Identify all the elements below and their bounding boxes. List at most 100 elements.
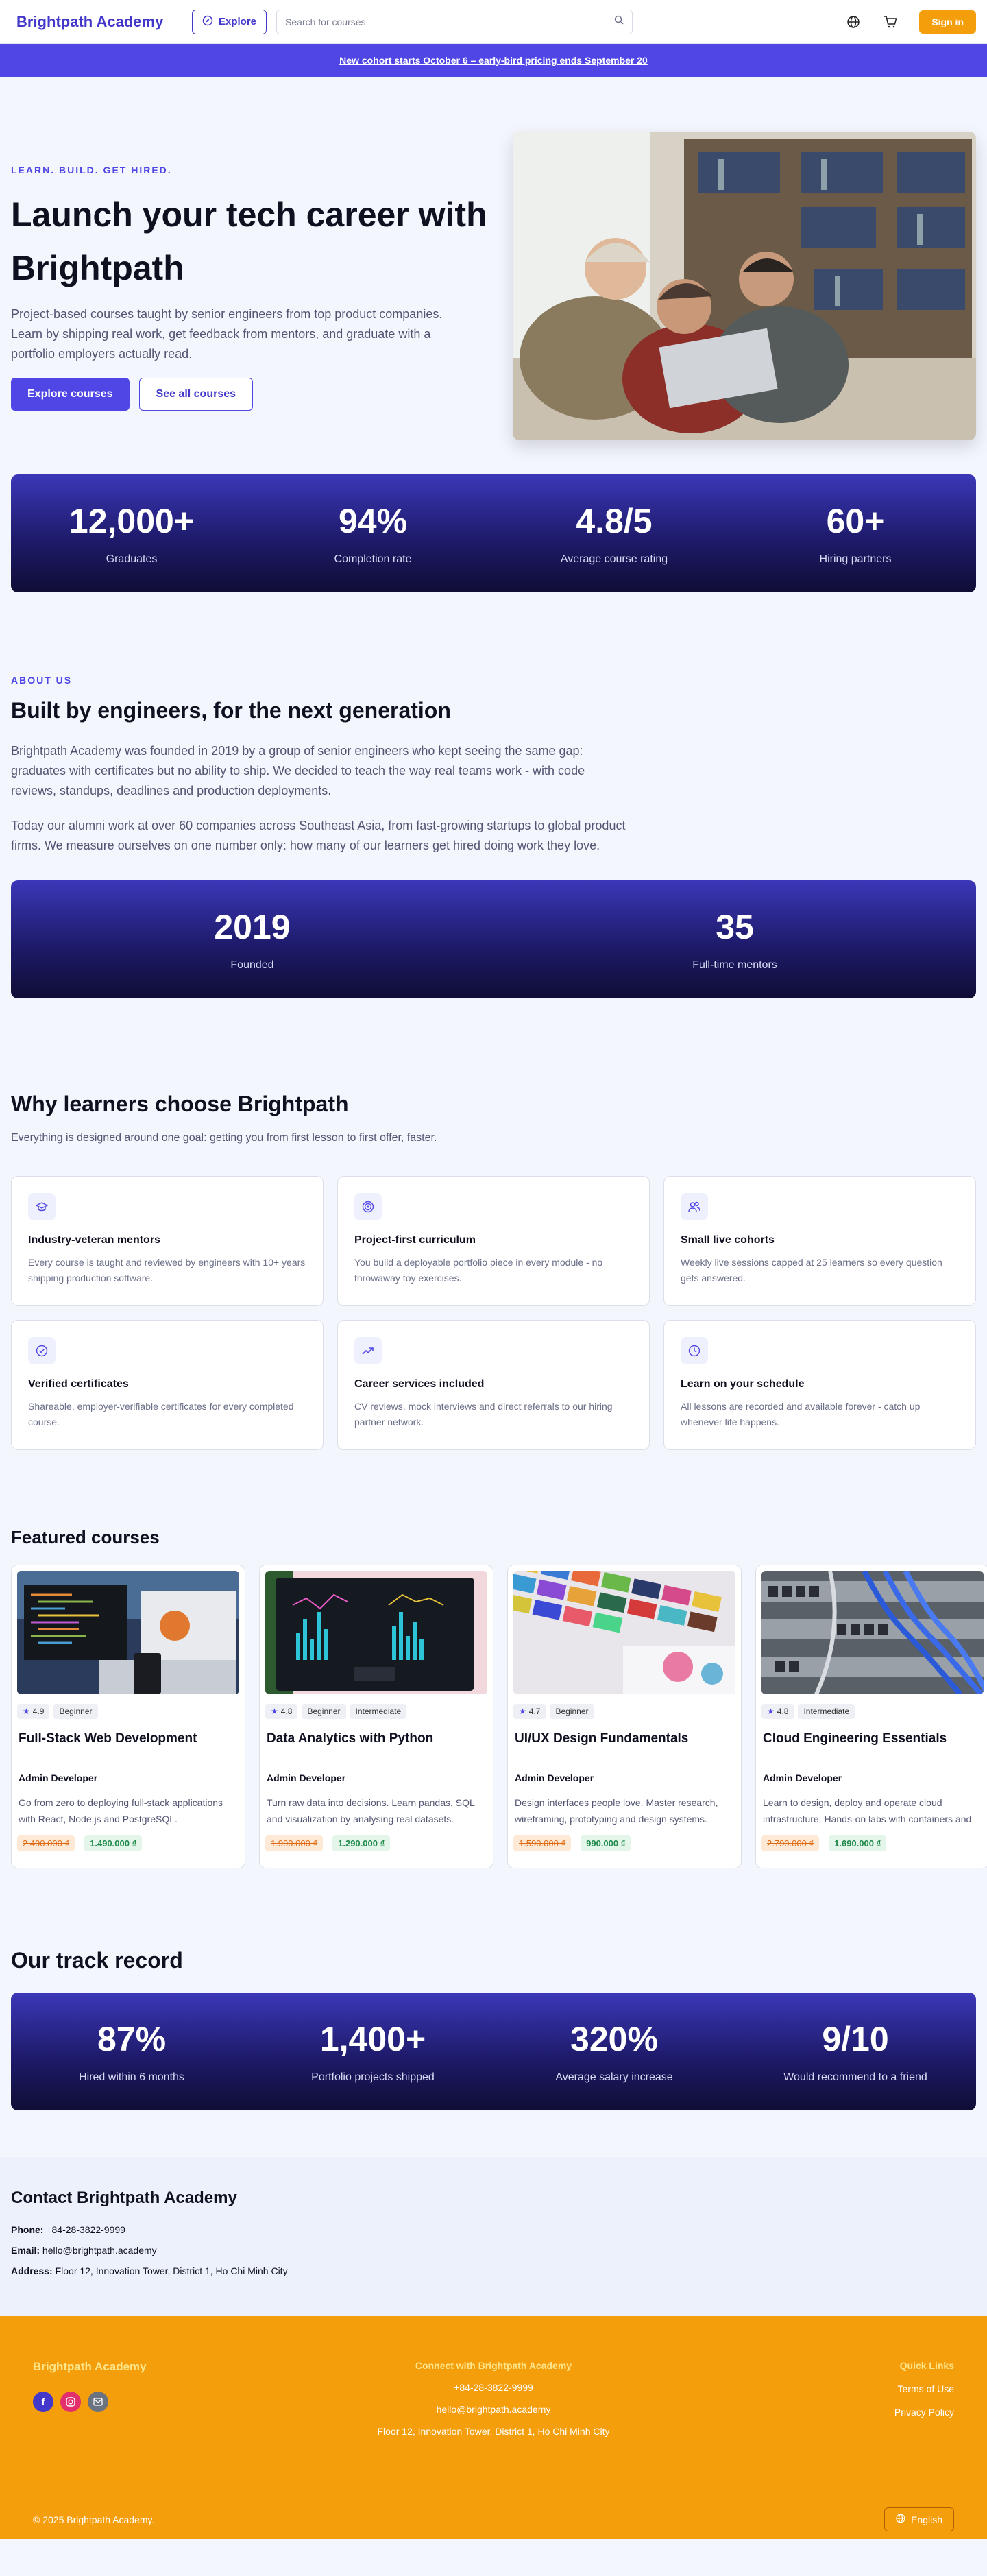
hero-description: Project-based courses taught by senior e…	[11, 307, 443, 361]
privacy-link[interactable]: Privacy Policy	[748, 2407, 954, 2418]
feature-title: Verified certificates	[28, 1378, 129, 1390]
about-paragraph: Today our alumni work at over 60 compani…	[11, 819, 626, 852]
feature-title: Small live cohorts	[681, 1234, 775, 1246]
contact-email[interactable]: hello@brightpath.academy	[42, 2245, 157, 2256]
contact-section: Contact Brightpath Academy Phone: +84-28…	[0, 2157, 987, 2316]
stat-value: 1,400+	[319, 2020, 426, 2058]
stat-label: Graduates	[106, 553, 158, 565]
globe-icon[interactable]	[845, 14, 862, 30]
old-price: 1.590.000 ₫	[513, 1835, 572, 1851]
course-title[interactable]: Cloud Engineering Essentials	[761, 1731, 984, 1746]
course-description: Learn to design, deploy and operate clou…	[763, 1797, 972, 1825]
about-stats: 2019 Founded 35 Full-time mentors	[11, 880, 976, 998]
promo-banner-link[interactable]: New cohort starts October 6 – early-bird…	[339, 55, 648, 66]
brand-logo[interactable]: Brightpath Academy	[16, 13, 192, 31]
feature-title: Industry-veteran mentors	[28, 1234, 160, 1246]
course-title[interactable]: UI/UX Design Fundamentals	[513, 1731, 735, 1746]
stat-item: 35 Full-time mentors	[494, 907, 976, 972]
language-selector[interactable]: English	[884, 2507, 954, 2531]
course-card[interactable]: ★ 4.8 Beginner Intermediate Data Analytic…	[259, 1565, 494, 1868]
featured-courses-section: Featured courses ★ 4.9 Beginner Full-Stac…	[11, 1527, 987, 1868]
course-card[interactable]: ★ 4.7 Beginner UI/UX Design Fundamentals …	[507, 1565, 742, 1868]
star-icon: ★	[767, 1707, 775, 1716]
feature-title: Career services included	[354, 1378, 485, 1390]
stat-value: 4.8/5	[576, 502, 653, 540]
feature-card: Career services included CV reviews, moc…	[337, 1320, 650, 1450]
course-instructor: Admin Developer	[19, 1772, 98, 1783]
stat-label: Founded	[230, 959, 274, 971]
sign-in-button[interactable]: Sign in	[919, 10, 976, 34]
old-price: 2.490.000 ₫	[17, 1835, 75, 1851]
top-nav: Brightpath Academy Explore Sign in	[0, 0, 987, 44]
promo-banner: New cohort starts October 6 – early-bird…	[0, 44, 987, 77]
about-section: ABOUT US Built by engineers, for the nex…	[11, 592, 976, 856]
course-title[interactable]: Data Analytics with Python	[265, 1731, 487, 1746]
explore-button[interactable]: Explore	[192, 9, 267, 34]
course-thumbnail	[513, 1571, 735, 1694]
feature-card: Project-first curriculum You build a dep…	[337, 1176, 650, 1306]
graduation-cap-icon	[28, 1193, 56, 1220]
course-card[interactable]: ★ 4.9 Beginner Full-Stack Web Development…	[11, 1565, 245, 1868]
course-card[interactable]: ★ 4.8 Intermediate Cloud Engineering Esse…	[755, 1565, 987, 1868]
about-title: Built by engineers, for the next generat…	[11, 698, 451, 723]
stat-value: 320%	[570, 2020, 658, 2058]
about-paragraph: Brightpath Academy was founded in 2019 b…	[11, 744, 585, 797]
stat-value: 87%	[97, 2020, 167, 2058]
track-record-section: Our track record 87% Hired within 6 month…	[11, 1948, 976, 2110]
footer-phone[interactable]: +84-28-3822-9999	[322, 2382, 665, 2393]
contact-address: Floor 12, Innovation Tower, District 1, …	[55, 2265, 288, 2276]
facebook-icon[interactable]: f	[33, 2392, 53, 2412]
stat-label: Hiring partners	[819, 553, 892, 565]
level-tag: Intermediate	[350, 1704, 407, 1719]
star-icon: ★	[23, 1707, 30, 1716]
email-label: Email:	[11, 2245, 40, 2256]
new-price: 1.690.000 ₫	[829, 1835, 887, 1851]
instagram-icon[interactable]	[60, 2392, 81, 2412]
stats-banner: 12,000+ Graduates 94% Completion rate 4.8/…	[11, 474, 976, 592]
cart-icon[interactable]	[882, 14, 899, 30]
course-instructor: Admin Developer	[267, 1772, 346, 1783]
course-title[interactable]: Full-Stack Web Development	[17, 1731, 239, 1746]
feature-description: CV reviews, mock interviews and direct r…	[354, 1401, 613, 1428]
stat-item: 2019 Founded	[11, 907, 494, 972]
search-input[interactable]	[285, 16, 615, 27]
footer-email[interactable]: hello@brightpath.academy	[322, 2404, 665, 2415]
track-title: Our track record	[11, 1948, 183, 1973]
feature-description: Weekly live sessions capped at 25 learne…	[681, 1257, 942, 1284]
hero-eyebrow: LEARN. BUILD. GET HIRED.	[11, 165, 172, 176]
stat-label: Portfolio projects shipped	[311, 2071, 435, 2083]
feature-title: Learn on your schedule	[681, 1378, 805, 1390]
footer-connect-title: Connect with Brightpath Academy	[415, 2360, 572, 2371]
level-tag: Beginner	[53, 1704, 98, 1719]
rating-value: 4.7	[528, 1707, 541, 1716]
search-icon[interactable]	[614, 15, 624, 28]
about-eyebrow: ABOUT US	[11, 675, 73, 686]
footer-links-title: Quick Links	[899, 2360, 954, 2371]
check-circle-icon	[28, 1337, 56, 1364]
stat-item: 12,000+ Graduates	[11, 501, 252, 566]
feature-card: Small live cohorts Weekly live sessions …	[663, 1176, 976, 1306]
why-title: Why learners choose Brightpath	[11, 1092, 349, 1116]
trending-up-icon	[354, 1337, 382, 1364]
course-thumbnail	[761, 1571, 984, 1694]
language-label: English	[911, 2514, 942, 2525]
hero-section: LEARN. BUILD. GET HIRED. Launch your tec…	[11, 77, 976, 474]
stat-item: 9/10 Would recommend to a friend	[735, 2019, 976, 2084]
course-instructor: Admin Developer	[763, 1772, 842, 1783]
explore-courses-button[interactable]: Explore courses	[11, 378, 130, 411]
course-description: Go from zero to deploying full-stack app…	[19, 1797, 223, 1825]
contact-phone[interactable]: +84-28-3822-9999	[46, 2224, 125, 2235]
stat-value: 94%	[338, 502, 408, 540]
footer-brand[interactable]: Brightpath Academy	[33, 2360, 239, 2374]
clock-icon	[681, 1337, 708, 1364]
compass-icon	[202, 15, 213, 29]
old-price: 2.790.000 ₫	[761, 1835, 820, 1851]
feature-card: Learn on your schedule All lessons are r…	[663, 1320, 976, 1450]
mail-icon[interactable]	[88, 2392, 108, 2412]
feature-description: Every course is taught and reviewed by e…	[28, 1257, 306, 1284]
stat-item: 4.8/5 Average course rating	[494, 501, 735, 566]
see-all-courses-button[interactable]: See all courses	[138, 378, 254, 411]
copyright: © 2025 Brightpath Academy.	[33, 2514, 155, 2525]
terms-link[interactable]: Terms of Use	[748, 2383, 954, 2394]
globe-icon	[896, 2514, 905, 2525]
